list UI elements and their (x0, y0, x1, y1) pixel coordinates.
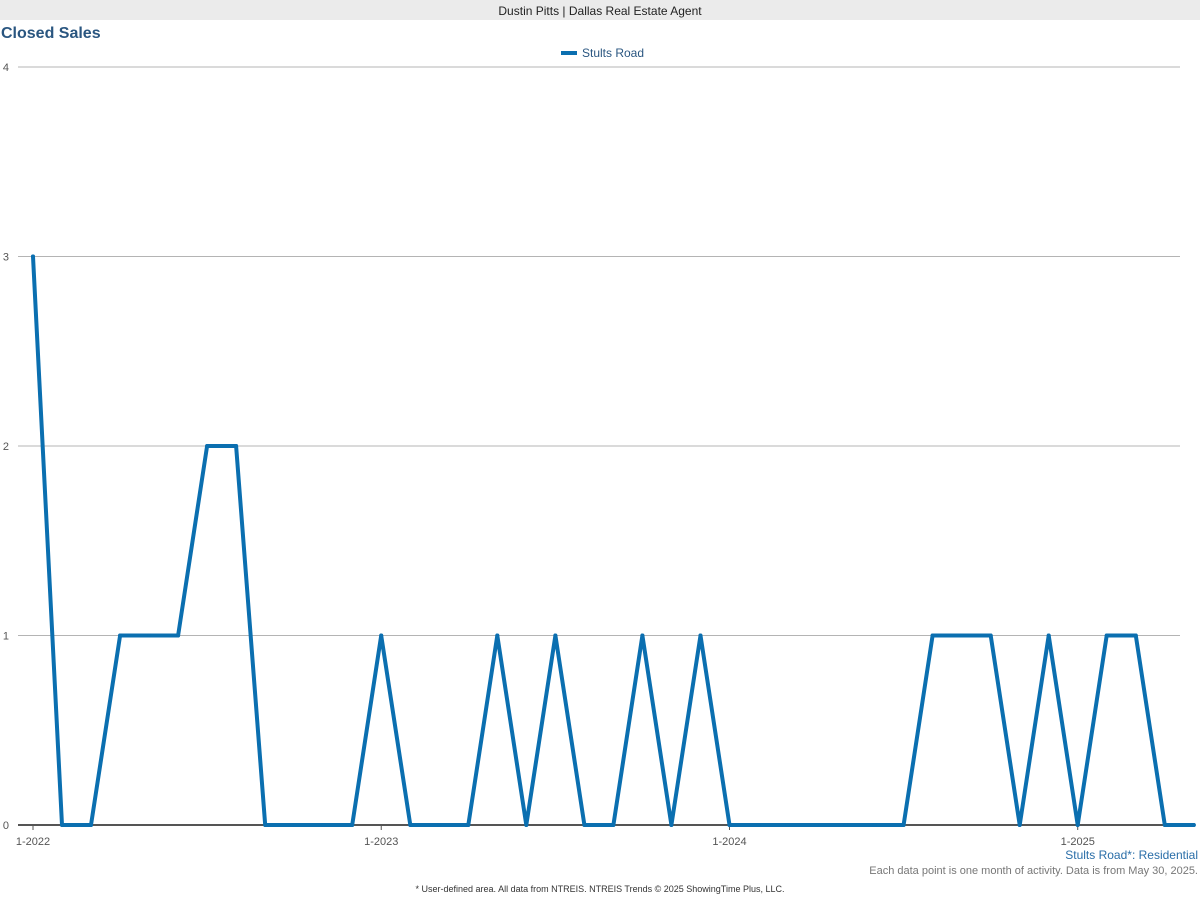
data-point (930, 633, 935, 638)
data-point (437, 823, 442, 827)
data-point (785, 823, 790, 827)
data-point (1133, 633, 1138, 638)
data-point (321, 823, 326, 827)
data-point (263, 823, 268, 827)
footer-note: * User-defined area. All data from NTREI… (415, 884, 785, 894)
y-tick-label: 2 (3, 441, 9, 453)
activity-note: Each data point is one month of activity… (869, 865, 1198, 877)
data-point (698, 633, 703, 638)
data-point (89, 823, 94, 827)
y-tick-label: 0 (3, 820, 9, 832)
data-point (727, 823, 732, 827)
data-point (1104, 633, 1109, 638)
data-point (1162, 823, 1167, 827)
data-point (495, 633, 500, 638)
data-point (959, 633, 964, 638)
y-tick-label: 3 (3, 252, 9, 264)
data-point (292, 823, 297, 827)
line-chart: 0 1 2 3 4 1-2022 1-2023 1-2024 1-2025 (3, 62, 1196, 848)
data-point (205, 444, 210, 448)
area-note: Stults Road*: Residential (1065, 848, 1198, 862)
series-line (31, 254, 1196, 827)
data-point (466, 823, 471, 827)
y-tick-label: 1 (3, 631, 9, 643)
y-tick-label: 4 (3, 62, 9, 74)
data-point (1191, 823, 1196, 827)
data-point (640, 633, 645, 638)
data-point (1017, 823, 1022, 827)
data-point (118, 633, 123, 638)
data-point (379, 633, 384, 638)
data-point (234, 444, 239, 448)
data-point (553, 633, 558, 638)
data-point (31, 254, 35, 259)
data-point (843, 823, 848, 827)
x-tick-label: 1-2022 (16, 836, 50, 848)
data-point (611, 823, 616, 827)
data-point (756, 823, 761, 827)
data-point (524, 823, 529, 827)
data-point (350, 823, 355, 827)
data-point (872, 823, 877, 827)
data-point (988, 633, 993, 638)
data-point (1046, 633, 1051, 638)
data-point (408, 823, 413, 827)
data-point (669, 823, 674, 827)
data-point (176, 633, 181, 638)
data-point (147, 633, 152, 638)
data-point (60, 823, 65, 827)
x-tick-label: 1-2023 (364, 836, 398, 848)
data-point (1075, 823, 1080, 827)
data-point (814, 823, 819, 827)
x-tick-label: 1-2025 (1061, 836, 1095, 848)
data-point (901, 823, 906, 827)
data-point (582, 823, 587, 827)
x-tick-label: 1-2024 (712, 836, 746, 848)
